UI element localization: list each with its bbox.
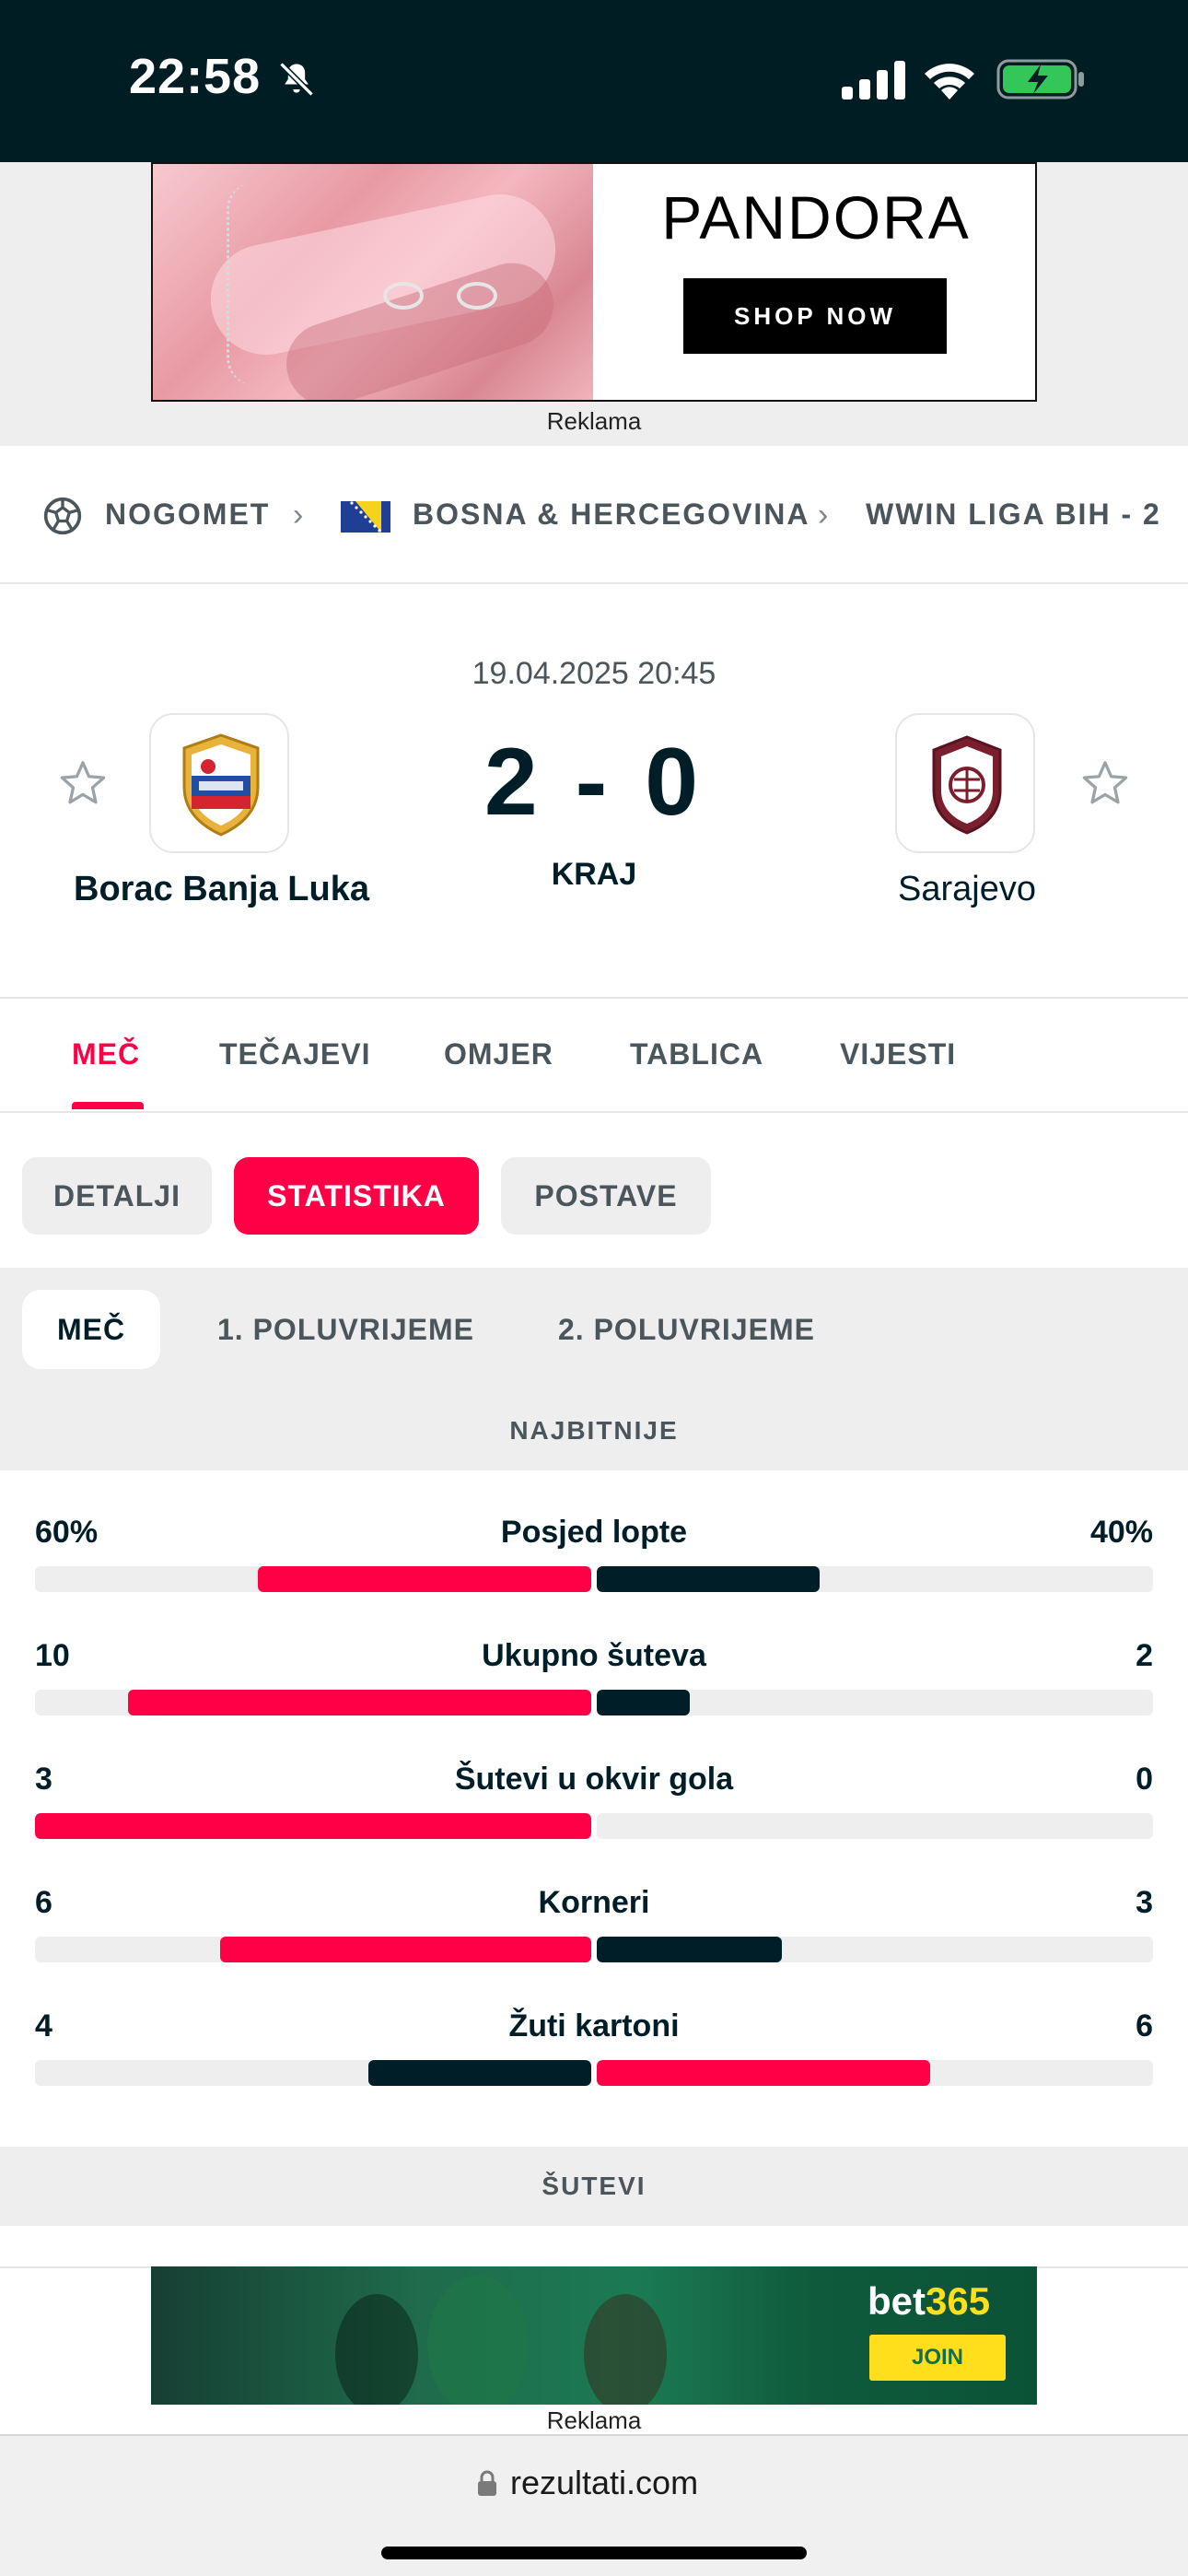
active-tab-indicator — [72, 1102, 144, 1109]
stat-away-value: 6 — [1136, 2008, 1153, 2043]
tab-statistika[interactable]: STATISTIKA — [234, 1157, 479, 1235]
battery-charging-icon — [996, 59, 1084, 100]
stat-row: 60% Posjed lopte 40% — [0, 1515, 1188, 1625]
join-button[interactable]: JOIN — [869, 2335, 1006, 2381]
stat-row: 10 Ukupno šuteva 2 — [0, 1638, 1188, 1749]
home-score: 2 — [483, 729, 543, 836]
stat-bar-away-track — [597, 1566, 1153, 1592]
period-mec[interactable]: MEČ — [22, 1290, 160, 1369]
tab-omjer[interactable]: OMJER — [444, 1037, 553, 1071]
ad-ring — [383, 282, 424, 310]
stat-away-value: 0 — [1136, 1762, 1153, 1797]
stat-bar-away — [597, 1690, 690, 1715]
ad-ring — [457, 282, 497, 310]
tab-detalji[interactable]: DETALJI — [22, 1157, 212, 1235]
stat-bar-away — [597, 1937, 783, 1962]
sarajevo-crest-icon — [932, 735, 1002, 835]
away-score: 0 — [645, 729, 705, 836]
ad-athlete — [427, 2276, 529, 2405]
bet365-ad-banner[interactable]: bet365 JOIN — [151, 2266, 1037, 2405]
breadcrumb-country[interactable]: BOSNA & HERCEGOVINA — [413, 498, 810, 532]
stat-label: Korneri — [538, 1885, 650, 1920]
ad-brand: bet365 — [868, 2279, 990, 2324]
score-separator: - — [575, 729, 613, 836]
stat-row: 3 Šutevi u okvir gola 0 — [0, 1762, 1188, 1872]
stat-bar-home — [127, 1690, 591, 1715]
ad-photo — [153, 164, 593, 400]
stat-bar-home-track — [35, 1566, 591, 1592]
tab-tablica[interactable]: TABLICA — [630, 1037, 763, 1071]
period-first-half[interactable]: 1. POLUVRIJEME — [217, 1290, 474, 1369]
ad-brand-part: bet — [868, 2279, 926, 2323]
stat-bar-home — [368, 2060, 591, 2086]
ad-athlete — [335, 2294, 418, 2405]
breadcrumb-sport[interactable]: NOGOMET — [105, 498, 270, 532]
stat-row: 4 Žuti kartoni 6 — [0, 2008, 1188, 2119]
signal-icon — [842, 61, 905, 100]
pandora-ad-banner[interactable]: PANDORA SHOP NOW — [151, 162, 1037, 402]
stat-bar-home-track — [35, 1937, 591, 1962]
stat-label: Posjed lopte — [500, 1515, 688, 1550]
stat-bar-away-track — [597, 1937, 1153, 1962]
favorite-star-icon-away[interactable] — [1079, 757, 1131, 809]
sub-tabs: DETALJI STATISTIKA POSTAVE — [0, 1113, 1188, 1268]
stat-bar-away-track — [597, 2060, 1153, 2086]
section-header-highlights: NAJBITNIJE — [0, 1391, 1188, 1470]
bosnia-flag-icon — [341, 501, 390, 533]
tab-postave[interactable]: POSTAVE — [501, 1157, 711, 1235]
period-selector: MEČ 1. POLUVRIJEME 2. POLUVRIJEME — [0, 1268, 1188, 1391]
shop-now-button[interactable]: SHOP NOW — [683, 278, 947, 354]
tab-vijesti[interactable]: VIJESTI — [840, 1037, 956, 1071]
chevron-right-icon: › — [293, 498, 304, 533]
match-datetime: 19.04.2025 20:45 — [472, 656, 716, 691]
stat-label: Žuti kartoni — [508, 2008, 680, 2043]
breadcrumb-league[interactable]: WWIN LIGA BIH - 2 — [866, 498, 1161, 532]
stat-bar-home — [220, 1937, 591, 1962]
ad-caption: Reklama — [546, 2406, 642, 2434]
ad-brand: PANDORA — [661, 183, 971, 252]
stat-bar-home-track — [35, 1813, 591, 1839]
breadcrumb: NOGOMET › BOSNA & HERCEGOVINA › WWIN LIG… — [0, 446, 1188, 584]
browser-url-bar[interactable]: rezultati.com — [0, 2434, 1188, 2576]
stat-bar-home — [35, 1813, 591, 1839]
section-header-shots: ŠUTEVI — [0, 2147, 1188, 2226]
wifi-icon — [925, 64, 974, 100]
bell-slash-icon — [279, 62, 314, 97]
tab-tecajevi[interactable]: TEČAJEVI — [219, 1037, 370, 1071]
stat-bar-away-track — [597, 1690, 1153, 1715]
ad-caption: Reklama — [546, 407, 642, 435]
period-second-half[interactable]: 2. POLUVRIJEME — [558, 1290, 815, 1369]
stat-row: 6 Korneri 3 — [0, 1885, 1188, 1996]
team-logo-away[interactable] — [895, 713, 1035, 853]
stat-bar-home-track — [35, 2060, 591, 2086]
ad-brand-part: 365 — [926, 2279, 991, 2323]
ad-chain — [227, 182, 282, 385]
stat-away-value: 40% — [1089, 1515, 1153, 1550]
home-indicator[interactable] — [381, 2547, 807, 2559]
chevron-right-icon: › — [818, 498, 829, 533]
away-team-name[interactable]: Sarajevo — [893, 870, 1041, 909]
stat-bar-away — [597, 1566, 820, 1592]
tab-mec[interactable]: MEČ — [72, 1037, 140, 1071]
lock-icon — [478, 2470, 496, 2496]
stat-bar-away — [597, 2060, 931, 2086]
main-tabs: MEČ TEČAJEVI OMJER TABLICA VIJESTI — [0, 997, 1188, 1113]
url-text[interactable]: rezultati.com — [510, 2464, 698, 2502]
stat-label: Šutevi u okvir gola — [454, 1762, 734, 1797]
stat-bar-home-track — [35, 1690, 591, 1715]
ad-athlete — [584, 2294, 667, 2405]
soccer-ball-icon — [43, 497, 82, 535]
status-time: 22:58 — [129, 49, 262, 104]
status-bar: 22:58 — [0, 0, 1188, 162]
stat-label: Ukupno šuteva — [482, 1638, 706, 1673]
stat-away-value: 2 — [1136, 1638, 1153, 1673]
stat-away-value: 3 — [1136, 1885, 1153, 1920]
stat-bar-away-track — [597, 1813, 1153, 1839]
stat-bar-home — [257, 1566, 591, 1592]
